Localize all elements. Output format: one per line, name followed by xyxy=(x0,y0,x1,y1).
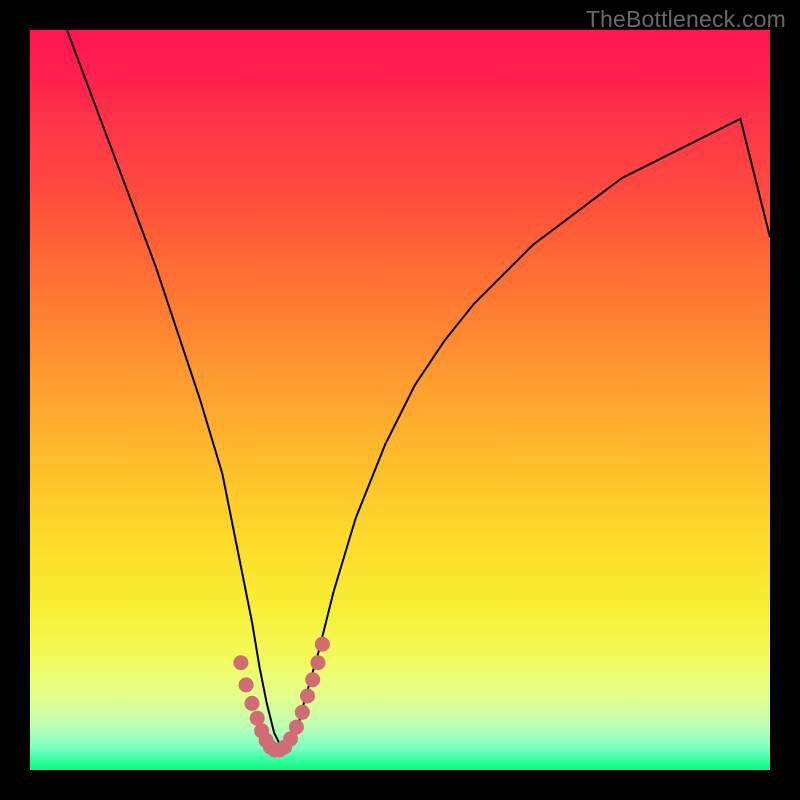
watermark-text: TheBottleneck.com xyxy=(586,6,786,33)
sweet-spot-dot xyxy=(239,677,254,692)
sweet-spot-dot xyxy=(233,655,248,670)
chart-container: TheBottleneck.com xyxy=(0,0,800,800)
bottleneck-curve xyxy=(67,30,770,748)
sweet-spot-dot xyxy=(315,637,330,652)
sweet-spot-markers xyxy=(233,637,329,758)
sweet-spot-dot xyxy=(305,672,320,687)
chart-plot-area xyxy=(30,30,770,770)
sweet-spot-dot xyxy=(295,705,310,720)
sweet-spot-dot xyxy=(289,720,304,735)
chart-svg xyxy=(30,30,770,770)
sweet-spot-dot xyxy=(300,689,315,704)
sweet-spot-dot xyxy=(310,655,325,670)
sweet-spot-dot xyxy=(245,696,260,711)
